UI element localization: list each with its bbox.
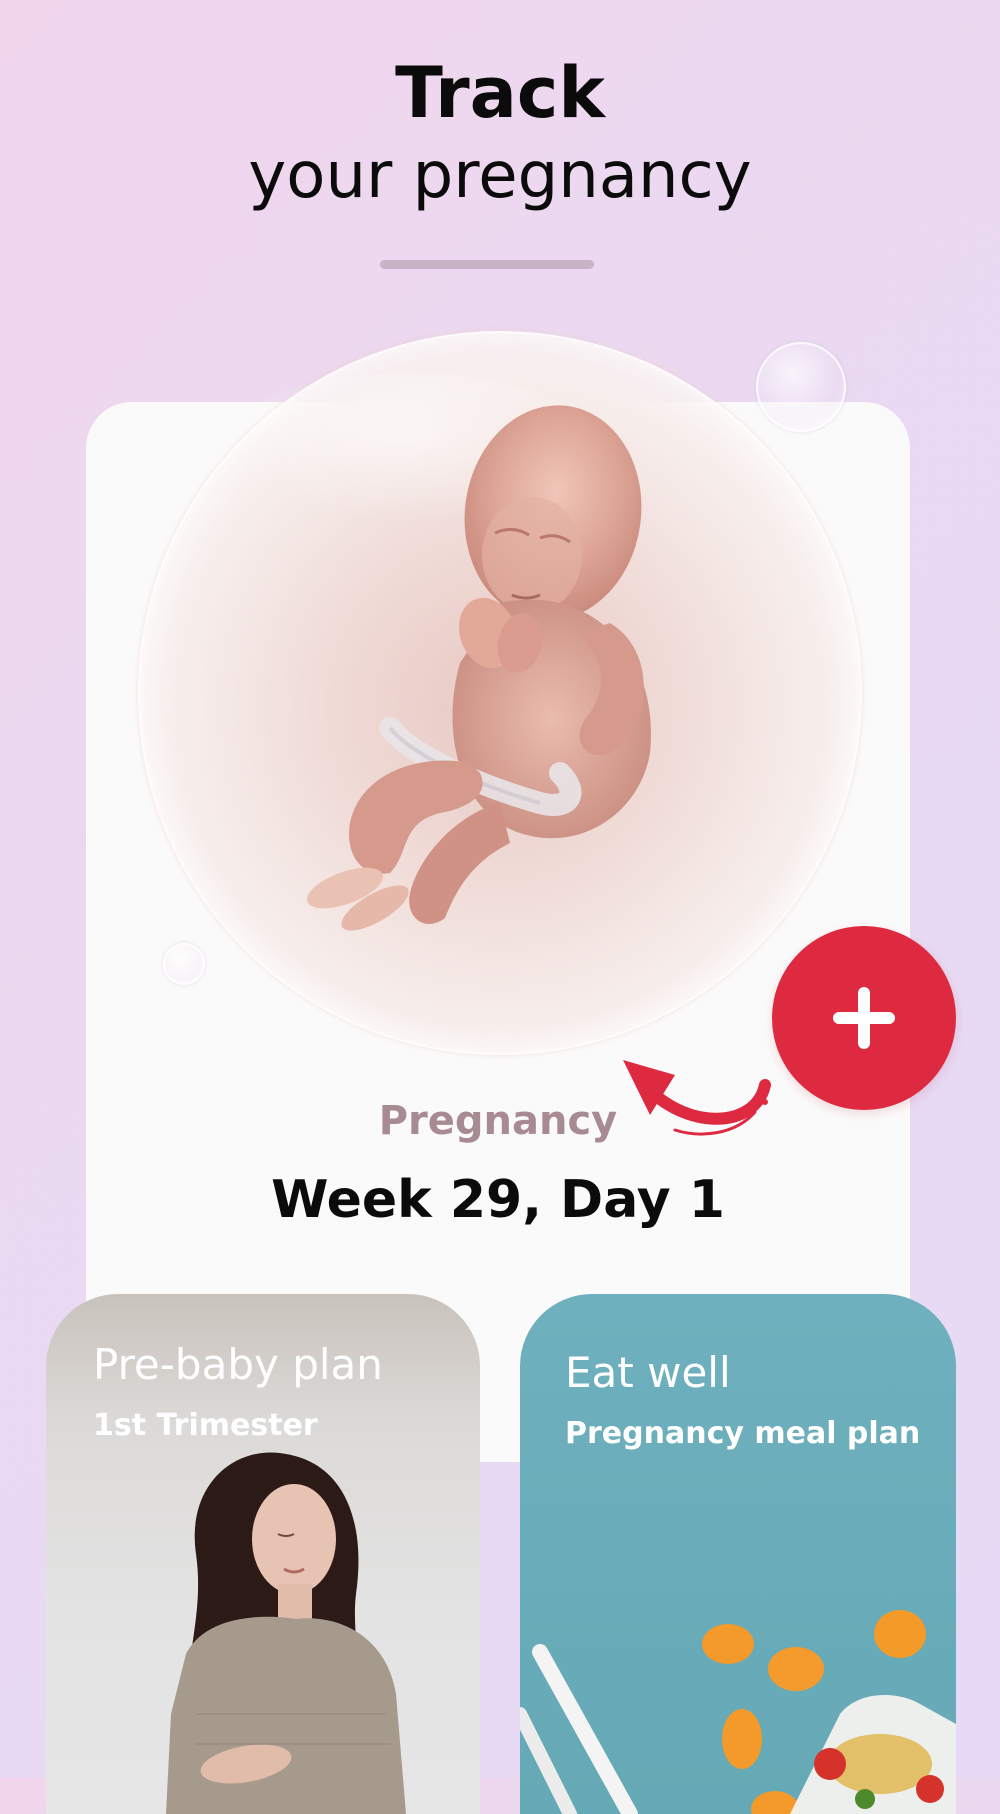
fetus-illustration (307, 405, 651, 931)
header: Track your pregnancy (0, 50, 1000, 216)
add-button[interactable] (772, 926, 956, 1110)
title-bold: Track (395, 52, 605, 134)
eat-well-card[interactable]: Eat well Pregnancy meal plan (520, 1294, 956, 1814)
plus-icon (833, 987, 895, 1049)
fetus-bubble (138, 331, 862, 1055)
pregnancy-progress: Week 29, Day 1 (271, 1170, 725, 1230)
status-label: Pregnancy (378, 1098, 618, 1144)
title-subtitle: your pregnancy (248, 139, 752, 213)
card-title: Pre-baby plan (93, 1340, 383, 1389)
card-title: Eat well (565, 1348, 731, 1397)
pre-baby-plan-card[interactable]: Pre-baby plan 1st Trimester (46, 1294, 480, 1814)
header-divider (380, 260, 594, 269)
card-subtitle: 1st Trimester (93, 1408, 318, 1443)
card-subtitle: Pregnancy meal plan (565, 1416, 921, 1451)
